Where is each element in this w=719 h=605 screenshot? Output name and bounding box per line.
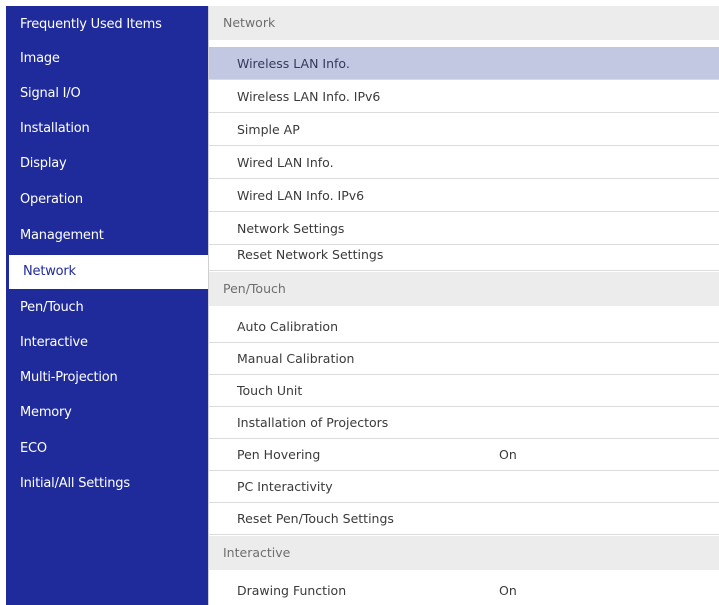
sidebar-item-network[interactable]: Network [9,255,211,289]
menu-item-label: Manual Calibration [237,351,355,366]
menu-item-reset-network-settings[interactable]: Reset Network Settings [209,238,719,271]
menu-item-label: PC Interactivity [237,479,333,494]
menu-item-label: Reset Pen/Touch Settings [237,511,394,526]
sidebar-item-frequently-used-items[interactable]: Frequently Used Items [6,8,208,42]
sidebar-item-interactive[interactable]: Interactive [6,326,208,360]
menu-item-label: Touch Unit [237,383,303,398]
menu-item-label: Auto Calibration [237,319,339,334]
menu-item-installation-of-projectors[interactable]: Installation of Projectors [209,406,719,439]
menu-item-reset-pen-touch-settings[interactable]: Reset Pen/Touch Settings [209,502,719,535]
menu-item-wireless-lan-info-ipv6[interactable]: Wireless LAN Info. IPv6 [209,80,719,113]
menu-item-label: Wired LAN Info. [237,155,334,170]
projector-menu: Frequently Used Items Image Signal I/O I… [6,6,719,605]
sidebar-item-eco[interactable]: ECO [6,432,208,466]
menu-item-label: Wireless LAN Info. [237,56,350,71]
menu-item-label: Installation of Projectors [237,415,389,430]
menu-item-label: Drawing Function [237,583,347,598]
sidebar-item-multi-projection[interactable]: Multi-Projection [6,361,208,395]
menu-item-label: Simple AP [237,122,300,137]
menu-item-touch-unit[interactable]: Touch Unit [209,374,719,407]
sidebar-item-signal-io[interactable]: Signal I/O [6,77,208,111]
sidebar-item-image[interactable]: Image [6,42,208,76]
sidebar-item-initial-all-settings[interactable]: Initial/All Settings [6,467,208,501]
menu-item-pc-interactivity[interactable]: PC Interactivity [209,470,719,503]
menu-item-label: Network Settings [237,221,345,236]
sidebar-item-pen-touch[interactable]: Pen/Touch [6,291,208,325]
sidebar-item-management[interactable]: Management [6,219,208,253]
menu-item-label: Wired LAN Info. IPv6 [237,188,365,203]
menu-item-manual-calibration[interactable]: Manual Calibration [209,342,719,375]
menu-item-wireless-lan-info[interactable]: Wireless LAN Info. [209,47,719,80]
section-header-pen-touch: Pen/Touch [209,272,719,306]
section-header-interactive: Interactive [209,536,719,570]
drawing-function-value: On [499,583,517,598]
sidebar-item-operation[interactable]: Operation [6,183,208,217]
menu-item-label: Reset Network Settings [237,247,384,262]
menu-item-simple-ap[interactable]: Simple AP [209,113,719,146]
menu-item-label: Pen Hovering [237,447,321,462]
pen-hovering-value: On [499,447,517,462]
settings-panel: Network Wireless LAN Info. Wireless LAN … [208,6,719,605]
section-header-network: Network [209,6,719,40]
menu-item-wired-lan-info-ipv6[interactable]: Wired LAN Info. IPv6 [209,179,719,212]
sidebar-item-display[interactable]: Display [6,147,208,181]
menu-item-pen-hovering[interactable]: Pen Hovering On [209,438,719,471]
menu-item-label: Wireless LAN Info. IPv6 [237,89,381,104]
sidebar: Frequently Used Items Image Signal I/O I… [6,6,211,605]
sidebar-item-memory[interactable]: Memory [6,396,208,430]
menu-item-drawing-function[interactable]: Drawing Function On [209,574,719,605]
menu-item-auto-calibration[interactable]: Auto Calibration [209,310,719,343]
sidebar-item-installation[interactable]: Installation [6,112,208,146]
menu-item-wired-lan-info[interactable]: Wired LAN Info. [209,146,719,179]
